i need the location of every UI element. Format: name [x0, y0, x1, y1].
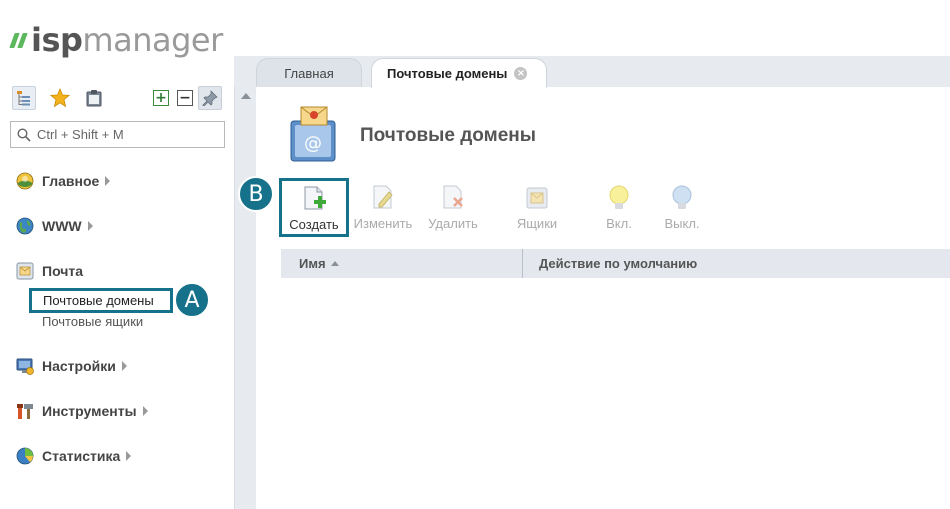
- search-box: [10, 121, 225, 148]
- page-title: Почтовые домены: [360, 125, 536, 146]
- enable-button[interactable]: Вкл.: [584, 184, 654, 231]
- edit-label: Изменить: [353, 216, 413, 231]
- delete-button[interactable]: Удалить: [418, 184, 488, 231]
- sidebar-item-mailboxes[interactable]: Почтовые ящики: [42, 314, 143, 329]
- sidebar-group-label: Почта: [42, 263, 84, 279]
- svg-text:@: @: [304, 133, 322, 154]
- mail-domain-icon: @: [287, 103, 349, 170]
- mailbox-icon: [526, 187, 548, 209]
- delete-label: Удалить: [428, 216, 478, 231]
- favorites-star-icon[interactable]: [48, 86, 72, 110]
- edit-button[interactable]: Изменить: [348, 184, 418, 231]
- disable-button[interactable]: Выкл.: [647, 184, 717, 231]
- column-label: Имя: [299, 256, 326, 271]
- collapse-all-button[interactable]: −: [173, 86, 197, 110]
- sidebar-group-settings[interactable]: Настройки: [16, 357, 127, 375]
- disable-label: Выкл.: [664, 216, 700, 231]
- chevron-right-icon: [121, 361, 127, 371]
- plus-icon: +: [153, 90, 169, 106]
- annotation-badge-a: A: [174, 282, 210, 318]
- create-label: Создать: [289, 217, 339, 232]
- sidebar-item-mail-domains[interactable]: Почтовые домены: [29, 288, 173, 313]
- delete-document-icon: [443, 185, 463, 209]
- sidebar-group-main[interactable]: Главное: [16, 172, 111, 190]
- sidebar-group-label: WWW: [42, 218, 82, 234]
- globe-icon: [16, 217, 34, 235]
- mail-icon: [16, 262, 34, 280]
- lightbulb-off-icon: [672, 185, 692, 209]
- mailboxes-button[interactable]: Ящики: [502, 184, 572, 231]
- tools-icon: [17, 404, 33, 419]
- logo-mark-icon: [9, 32, 28, 48]
- tab-mail-domains[interactable]: Почтовые домены ×: [371, 58, 547, 88]
- edit-document-icon: [373, 185, 393, 209]
- tab-home[interactable]: Главная: [256, 58, 362, 87]
- collapse-arrow-icon[interactable]: [241, 93, 251, 99]
- search-input[interactable]: [37, 127, 217, 142]
- sidebar-group-label: Статистика: [42, 448, 121, 464]
- tab-label: Почтовые домены: [387, 66, 508, 81]
- add-document-icon: [304, 186, 326, 210]
- chevron-right-icon: [142, 406, 148, 416]
- logo-text: ispmanager: [31, 21, 223, 59]
- sort-ascending-icon: [330, 261, 339, 266]
- sidebar-group-label: Главное: [42, 173, 100, 189]
- chevron-right-icon: [105, 176, 111, 186]
- column-resize-handle[interactable]: [522, 249, 523, 278]
- tree-view-icon[interactable]: [12, 86, 36, 110]
- column-header-name[interactable]: Имя: [299, 249, 339, 278]
- expand-all-button[interactable]: +: [149, 86, 173, 110]
- home-icon: [16, 172, 34, 190]
- sidebar-splitter[interactable]: [234, 86, 256, 509]
- enable-label: Вкл.: [606, 216, 632, 231]
- tab-label: Главная: [284, 65, 334, 81]
- create-button[interactable]: Создать: [279, 178, 349, 237]
- table-header: Имя Действие по умолчанию: [281, 249, 950, 278]
- sidebar-group-label: Настройки: [42, 358, 116, 374]
- sidebar-group-tools[interactable]: Инструменты: [16, 402, 148, 420]
- sidebar-group-mail[interactable]: Почта: [16, 262, 83, 280]
- close-icon[interactable]: ×: [514, 67, 528, 80]
- pin-icon[interactable]: [198, 86, 222, 110]
- column-header-default-action[interactable]: Действие по умолчанию: [539, 249, 697, 278]
- chevron-right-icon: [126, 451, 132, 461]
- column-label: Действие по умолчанию: [539, 256, 698, 271]
- lightbulb-on-icon: [609, 185, 629, 209]
- annotation-badge-b: B: [238, 176, 274, 212]
- search-icon: [17, 127, 31, 142]
- clipboard-icon[interactable]: [82, 86, 106, 110]
- minus-icon: −: [177, 90, 193, 106]
- mailboxes-label: Ящики: [516, 216, 558, 231]
- sidebar-group-label: Инструменты: [42, 403, 137, 419]
- chevron-right-icon: [87, 221, 93, 231]
- sidebar-group-statistics[interactable]: Статистика: [16, 447, 132, 465]
- settings-monitor-icon: [16, 358, 34, 375]
- pie-chart-icon: [16, 447, 34, 465]
- sidebar-group-www[interactable]: WWW: [16, 217, 93, 235]
- app-logo: ispmanager: [9, 21, 223, 59]
- sidebar-toolbar: + −: [12, 86, 226, 112]
- tab-bar: Главная Почтовые домены ×: [234, 56, 950, 88]
